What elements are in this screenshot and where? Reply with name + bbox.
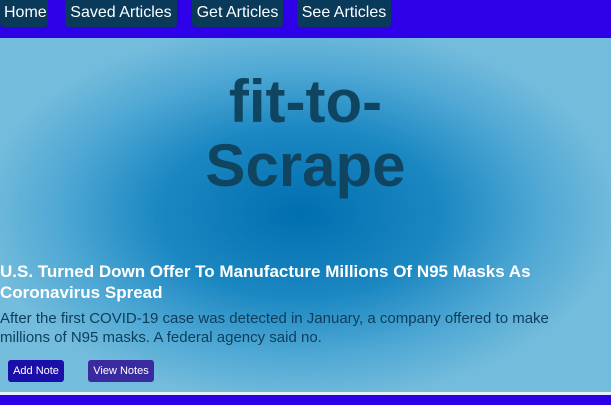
view-notes-button[interactable]: View Notes — [88, 360, 154, 382]
site-title-line-2: Scrape — [205, 132, 406, 199]
article-headline[interactable]: U.S. Turned Down Offer To Manufacture Mi… — [0, 261, 600, 303]
site-title: fit-to- Scrape — [0, 70, 611, 198]
bottom-bar — [0, 395, 611, 405]
hero-banner: fit-to- Scrape U.S. Turned Down Offer To… — [0, 38, 611, 392]
nav-home-button[interactable]: Home — [0, 0, 48, 27]
top-navbar: Home Saved Articles Get Articles See Art… — [0, 0, 611, 38]
article-summary: After the first COVID-19 case was detect… — [0, 310, 549, 346]
nav-see-articles-button[interactable]: See Articles — [297, 0, 391, 27]
nav-get-articles-button[interactable]: Get Articles — [192, 0, 283, 27]
site-title-line-1: fit-to- — [228, 68, 383, 135]
add-note-button[interactable]: Add Note — [8, 360, 64, 382]
nav-saved-articles-button[interactable]: Saved Articles — [65, 0, 177, 27]
